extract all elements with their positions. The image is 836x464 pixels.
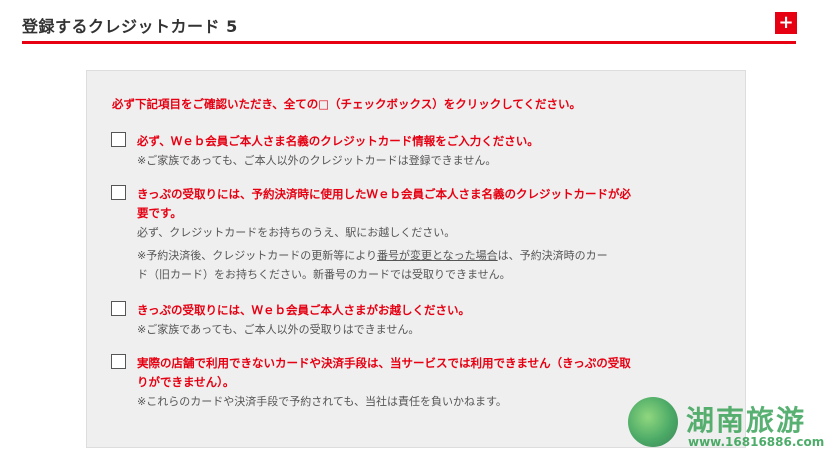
item-2-note2: ※予約決済後、クレジットカードの更新等により番号が変更となった場合は、予約決済時… [137, 246, 707, 265]
checkbox-1[interactable] [111, 132, 126, 147]
section-title: 登録するクレジットカード 5 [22, 17, 238, 36]
item-2-note2-line2: ド（旧カード）をお持ちください。新番号のカードでは受取りできません。 [137, 268, 511, 281]
checkbox-4[interactable] [111, 354, 126, 369]
item-4-note: ※これらのカードや決済手段で予約されても、当社は責任を負いかねます。 [137, 395, 507, 408]
item-2-note2-post: は、予約決済時のカー [497, 249, 608, 262]
watermark-brand: 湖南旅游 [686, 404, 807, 437]
item-1-heading: 必ず、Ｗｅｂ会員ご本人さま名義のクレジットカード情報をご入力ください。 [137, 134, 539, 148]
item-4-heading-line1: 実際の店舗で利用できないカードや決済手段は、当サービスでは利用できません（きっぷ… [137, 356, 631, 370]
item-3-heading: きっぷの受取りには、Ｗｅｂ会員ご本人さまがお越しください。 [137, 303, 471, 317]
item-3-note: ※ご家族であっても、ご本人以外の受取りはできません。 [137, 323, 420, 336]
watermark-logo-icon [628, 397, 678, 447]
item-2-heading-line1: きっぷの受取りには、予約決済時に使用したＷｅｂ会員ご本人さま名義のクレジットカー… [137, 187, 632, 201]
item-1-text: 必ず、Ｗｅｂ会員ご本人さま名義のクレジットカード情報をご入力ください。 ※ご家族… [137, 132, 707, 170]
header-divider [22, 41, 796, 44]
item-3-text: きっぷの受取りには、Ｗｅｂ会員ご本人さまがお越しください。 ※ご家族であっても、… [137, 301, 707, 339]
watermark: 湖南旅游 www.16816886.com [628, 395, 834, 461]
item-2-text: きっぷの受取りには、予約決済時に使用したＷｅｂ会員ご本人さま名義のクレジットカー… [137, 185, 707, 284]
item-4-heading-line2: りができません）。 [137, 375, 235, 389]
item-2-note2-underlined: 番号が変更となった場合 [377, 249, 498, 262]
item-2-note: 必ず、クレジットカードをお持ちのうえ、駅にお越しください。 [137, 226, 456, 239]
item-2-heading-line2: 要です。 [137, 206, 182, 220]
confirmation-panel: 必ず下記項目をご確認いただき、全ての□（チェックボックス）をクリックしてください… [86, 70, 746, 448]
item-2-note2-pre: ※予約決済後、クレジットカードの更新等により [137, 249, 377, 262]
item-1-note: ※ご家族であっても、ご本人以外のクレジットカードは登録できません。 [137, 154, 497, 167]
instruction-text: 必ず下記項目をご確認いただき、全ての□（チェックボックス）をクリックしてください… [112, 97, 582, 111]
checkbox-3[interactable] [111, 301, 126, 316]
add-card-button[interactable]: + [775, 12, 797, 34]
watermark-url: www.16816886.com [688, 435, 825, 449]
item-4-text: 実際の店舗で利用できないカードや決済手段は、当サービスでは利用できません（きっぷ… [137, 354, 707, 411]
checkbox-2[interactable] [111, 185, 126, 200]
section-header: 登録するクレジットカード 5 + [22, 0, 797, 44]
